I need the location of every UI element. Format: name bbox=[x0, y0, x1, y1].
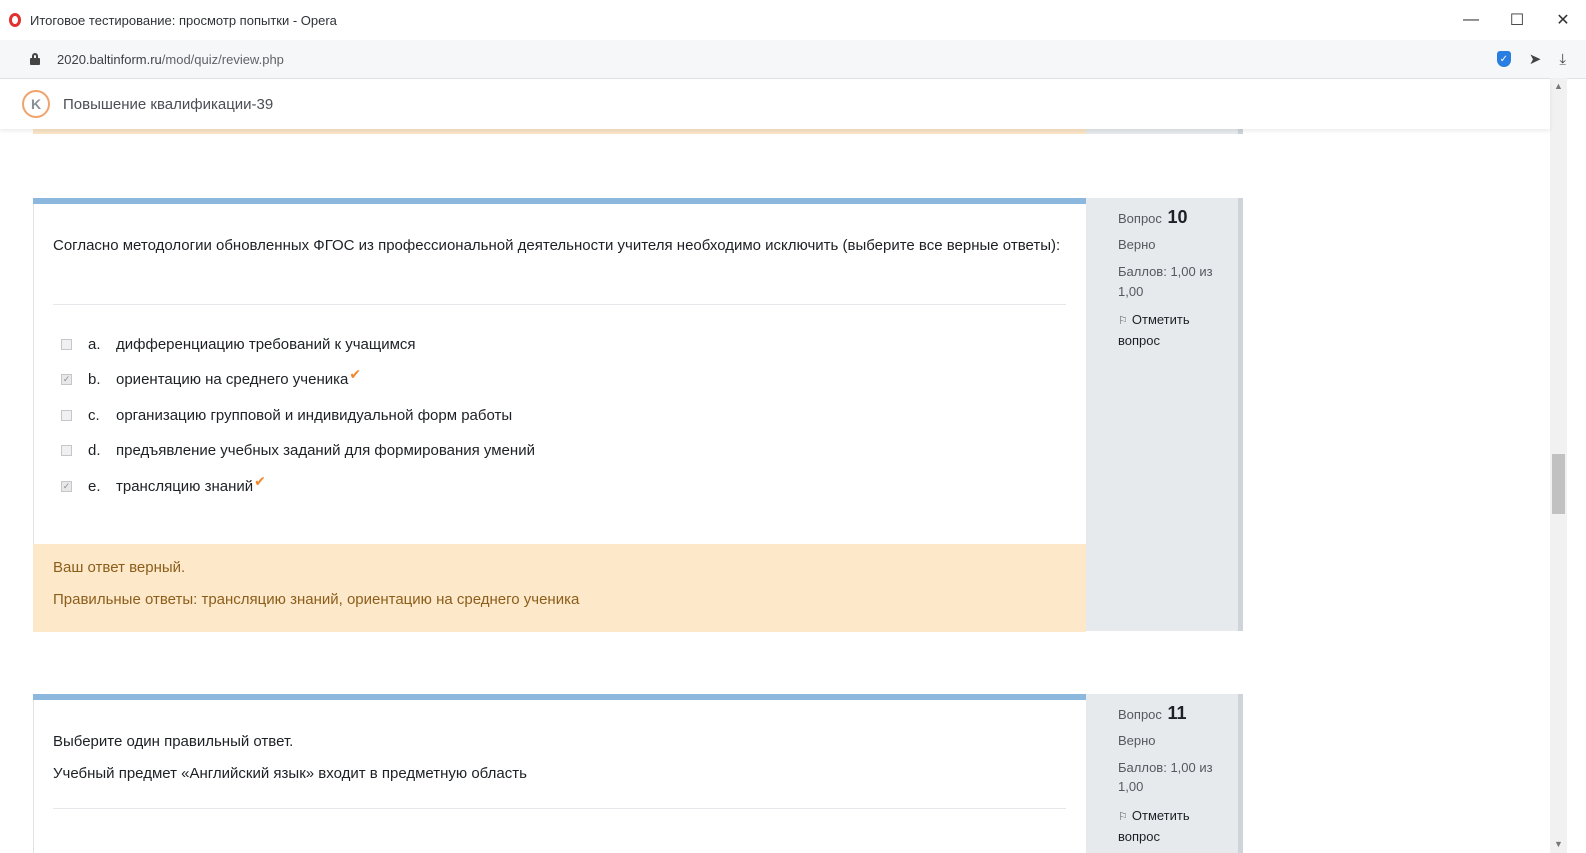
question-state: Верно bbox=[1118, 733, 1156, 748]
question-text-line2: Учебный предмет «Английский язык» входит… bbox=[53, 765, 527, 782]
flag-icon: ⚐ bbox=[1118, 315, 1128, 327]
flag-question-link[interactable]: ⚐ Отметить вопрос bbox=[1118, 806, 1190, 846]
previous-info-edge bbox=[1086, 129, 1238, 134]
close-button[interactable]: ✕ bbox=[1540, 0, 1586, 40]
opera-logo-icon bbox=[9, 13, 21, 27]
answer-option-a[interactable]: a. дифференциацию требований к учащимся bbox=[61, 336, 416, 353]
window-controls: — ☐ ✕ bbox=[1448, 0, 1586, 40]
question-text-line1: Выберите один правильный ответ. bbox=[53, 733, 294, 750]
answer-option-d[interactable]: d. предъявление учебных заданий для форм… bbox=[61, 442, 535, 459]
flag-question-link[interactable]: ⚐ Отметить вопрос bbox=[1118, 310, 1190, 350]
question-label: Вопрос bbox=[1118, 707, 1162, 722]
answer-letter: d. bbox=[88, 442, 101, 459]
question-info-border bbox=[1238, 694, 1243, 853]
page-scrollbar[interactable]: ▲ ▼ bbox=[1550, 78, 1567, 853]
answer-option-b[interactable]: ✓ b. ориентацию на среднего ученика ✔ bbox=[61, 366, 361, 388]
answer-text: трансляцию знаний bbox=[116, 478, 254, 495]
send-icon[interactable]: ➤ bbox=[1529, 50, 1542, 68]
question-no: 11 bbox=[1167, 703, 1187, 723]
question-number: Вопрос 11 bbox=[1118, 703, 1187, 725]
right-answer-text: Правильные ответы: трансляцию знаний, ор… bbox=[53, 591, 580, 608]
window-title: Итоговое тестирование: просмотр попытки … bbox=[30, 12, 337, 28]
site-header: K Повышение квалификации-39 bbox=[0, 79, 1550, 129]
lock-icon[interactable] bbox=[30, 53, 40, 65]
flag-label-line1: Отметить bbox=[1131, 312, 1190, 327]
answer-text: организацию групповой и индивидуальной ф… bbox=[116, 407, 513, 424]
answer-checkbox[interactable] bbox=[61, 410, 72, 421]
scroll-up-icon[interactable]: ▲ bbox=[1550, 78, 1567, 95]
address-bar[interactable]: 2020.baltinform.ru/mod/quiz/review.php ✓… bbox=[0, 40, 1586, 79]
flag-label-line2: вопрос bbox=[1118, 333, 1160, 348]
window-titlebar: Итоговое тестирование: просмотр попытки … bbox=[0, 0, 1586, 41]
feedback-box bbox=[33, 544, 1086, 632]
question-no: 10 bbox=[1167, 207, 1188, 227]
maximize-button[interactable]: ☐ bbox=[1494, 0, 1540, 40]
question-grade-line1: Баллов: 1,00 из bbox=[1118, 264, 1213, 279]
url-text[interactable]: 2020.baltinform.ru/mod/quiz/review.php bbox=[57, 52, 284, 67]
scroll-down-icon[interactable]: ▼ bbox=[1550, 836, 1567, 853]
question-info-border bbox=[1238, 198, 1243, 631]
question-state: Верно bbox=[1118, 237, 1156, 252]
question-number: Вопрос 10 bbox=[1118, 207, 1188, 229]
minimize-button[interactable]: — bbox=[1448, 0, 1494, 40]
shield-icon[interactable]: ✓ bbox=[1496, 51, 1511, 67]
url-host: 2020.baltinform.ru bbox=[57, 51, 162, 67]
flag-label-line2: вопрос bbox=[1118, 829, 1160, 844]
answer-option-c[interactable]: c. организацию групповой и индивидуально… bbox=[61, 407, 512, 424]
question-grade-line2: 1,00 bbox=[1118, 779, 1144, 794]
question-text: Согласно методологии обновленных ФГОС из… bbox=[53, 237, 1061, 254]
address-actions: ✓ ➤ ⤓ bbox=[1496, 40, 1566, 78]
correct-tick-icon: ✔ bbox=[254, 473, 266, 489]
flag-icon: ⚐ bbox=[1118, 811, 1128, 823]
scroll-thumb[interactable] bbox=[1552, 454, 1565, 514]
answer-option-e[interactable]: ✓ e. трансляцию знаний ✔ bbox=[61, 473, 266, 495]
question-grade-line2: 1,00 bbox=[1118, 284, 1144, 299]
answer-letter: b. bbox=[88, 371, 101, 388]
site-name[interactable]: Повышение квалификации-39 bbox=[63, 96, 273, 113]
answer-letter: e. bbox=[88, 478, 101, 495]
feedback-text: Ваш ответ верный. bbox=[53, 559, 186, 576]
flag-label-line1: Отметить bbox=[1131, 808, 1190, 823]
answer-letter: c. bbox=[88, 407, 100, 424]
url-path: /mod/quiz/review.php bbox=[161, 51, 284, 67]
site-logo-icon[interactable]: K bbox=[22, 90, 50, 118]
answer-text: ориентацию на среднего ученика bbox=[116, 371, 349, 388]
answer-checkbox[interactable]: ✓ bbox=[61, 374, 72, 385]
answer-checkbox[interactable]: ✓ bbox=[61, 481, 72, 492]
answer-letter: a. bbox=[88, 336, 101, 353]
answer-text: дифференциацию требований к учащимся bbox=[116, 336, 416, 353]
previous-info-border bbox=[1238, 129, 1243, 134]
download-icon[interactable]: ⤓ bbox=[1559, 51, 1566, 68]
correct-tick-icon: ✔ bbox=[349, 366, 362, 382]
previous-feedback-edge bbox=[33, 129, 1086, 134]
question-divider bbox=[53, 304, 1066, 305]
answer-checkbox[interactable] bbox=[61, 339, 72, 350]
answer-text: предъявление учебных заданий для формиро… bbox=[116, 442, 535, 459]
question-grade-line1: Баллов: 1,00 из bbox=[1118, 760, 1213, 775]
question-label: Вопрос bbox=[1118, 211, 1162, 226]
question-divider bbox=[53, 808, 1066, 809]
answer-checkbox[interactable] bbox=[61, 445, 72, 456]
